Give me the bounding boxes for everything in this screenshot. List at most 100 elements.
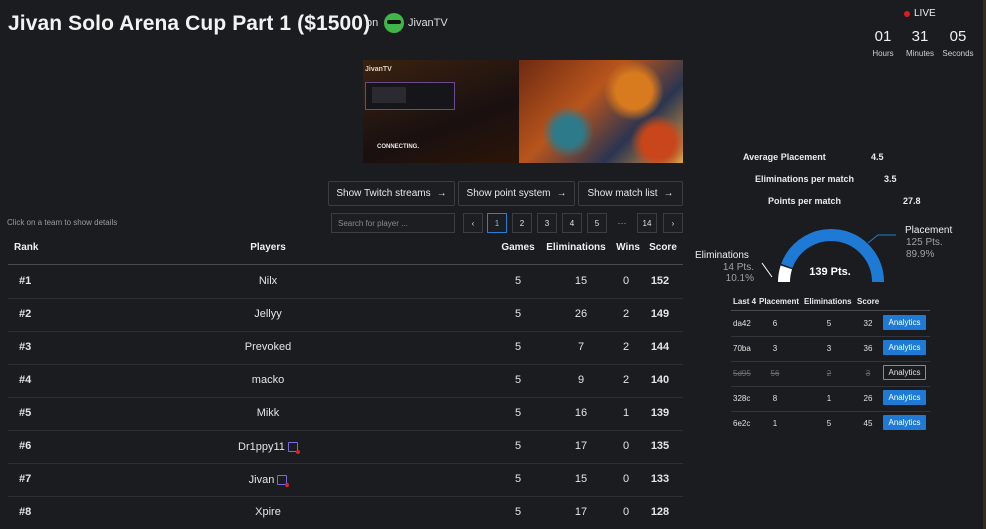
countdown-seconds-label: Seconds	[942, 49, 974, 58]
table-row[interactable]: #2 Jellyy 5 26 2 149	[8, 298, 683, 332]
row-eliminations: 15	[574, 473, 588, 485]
row-player: Dr1ppy11	[238, 441, 285, 453]
analytics-button[interactable]: Analytics	[883, 415, 926, 430]
stream-player[interactable]: JivanTV CONNECTING.	[363, 60, 683, 163]
show-point-system-label: Show point system	[466, 188, 551, 199]
row-rank: #1	[19, 275, 32, 287]
show-point-system-button[interactable]: Show point system →	[458, 181, 575, 206]
stream-overlay-box	[365, 82, 455, 110]
column-header-score: Score	[649, 242, 677, 253]
row-wins: 2	[622, 374, 630, 386]
row-eliminations: 17	[574, 506, 588, 518]
gauge-eliminations-arc	[778, 265, 793, 283]
last4-row: 5d95 56 2 3 Analytics	[731, 361, 930, 387]
row-player-cell: Jivan	[208, 473, 328, 487]
column-header-players: Players	[250, 242, 286, 253]
last4-row-score: 26	[863, 394, 873, 403]
pagination-ellipsis: ···	[617, 218, 627, 228]
table-row[interactable]: #7 Jivan 5 15 0 133	[8, 463, 683, 497]
pagination-page-3[interactable]: 3	[537, 213, 557, 233]
last4-row-id: da42	[733, 319, 751, 328]
analytics-button[interactable]: Analytics	[883, 390, 926, 405]
row-score: 139	[650, 407, 670, 419]
table-row[interactable]: #6 Dr1ppy11 5 17 0 135	[8, 430, 683, 464]
column-header-wins: Wins	[616, 242, 640, 253]
show-twitch-streams-label: Show Twitch streams	[336, 188, 431, 199]
table-row[interactable]: #3 Prevoked 5 7 2 144	[8, 331, 683, 365]
gauge-placement-pct: 89.9%	[906, 249, 935, 260]
pagination-page-4[interactable]: 4	[562, 213, 582, 233]
elims-per-match-value: 3.5	[884, 174, 897, 184]
row-games: 5	[514, 440, 522, 452]
countdown-hours-value: 01	[874, 28, 892, 45]
countdown-minutes-label: Minutes	[905, 49, 934, 58]
row-wins: 0	[622, 506, 630, 518]
channel-name: JivanTV	[408, 17, 448, 29]
stream-overlay-tag: JivanTV	[365, 66, 392, 73]
avg-placement-value: 4.5	[871, 152, 884, 162]
points-per-match-label: Points per match	[768, 196, 842, 206]
row-player: Jivan	[248, 474, 275, 486]
last4-row-score: 45	[863, 419, 873, 428]
column-header-games: Games	[501, 242, 535, 253]
last4-row-id: 5d95	[733, 369, 751, 378]
channel-logo-icon	[384, 13, 404, 33]
last4-row: 328c 8 1 26 Analytics	[731, 386, 930, 412]
last4-row-eliminations: 5	[826, 319, 832, 328]
row-games: 5	[514, 506, 522, 518]
last4-header-id: Last 4	[733, 297, 757, 306]
stream-connecting-label: CONNECTING.	[377, 144, 419, 150]
table-row[interactable]: #8 Xpire 5 17 0 128	[8, 496, 683, 529]
last4-row-placement: 3	[772, 344, 778, 353]
analytics-button[interactable]: Analytics	[883, 365, 926, 380]
stream-game-view	[519, 60, 683, 163]
pagination-prev-button[interactable]: ‹	[463, 213, 483, 233]
row-rank: #6	[19, 440, 32, 452]
channel-link[interactable]: JivanTV	[384, 12, 448, 34]
live-stream-badge-icon	[287, 442, 300, 454]
last4-row-score: 36	[863, 344, 873, 353]
last4-row: 70ba 3 3 36 Analytics	[731, 336, 930, 362]
last4-row-score: 3	[865, 369, 871, 378]
page-title: Jivan Solo Arena Cup Part 1 ($1500)	[8, 12, 371, 35]
pagination-page-5[interactable]: 5	[587, 213, 607, 233]
player-search-input[interactable]	[331, 213, 455, 233]
countdown-seconds-value: 05	[949, 28, 967, 45]
row-player: Jellyy	[254, 308, 282, 320]
countdown-hours: 01 Hours	[865, 28, 901, 58]
last4-row-eliminations: 2	[826, 369, 832, 378]
gauge-total: 139 Pts.	[809, 266, 851, 278]
row-games: 5	[514, 275, 522, 287]
last4-header-score: Score	[857, 297, 880, 306]
pagination-page-2[interactable]: 2	[512, 213, 532, 233]
arrow-right-icon: →	[436, 188, 447, 199]
row-player: Prevoked	[244, 341, 292, 353]
row-wins: 0	[622, 440, 630, 452]
analytics-button[interactable]: Analytics	[883, 340, 926, 355]
gauge-eliminations-pts: 14 Pts.	[722, 262, 754, 273]
row-score: 144	[650, 341, 670, 353]
pagination-page-1[interactable]: 1	[487, 213, 507, 233]
row-score: 140	[650, 374, 670, 386]
row-eliminations: 9	[577, 374, 585, 386]
table-row[interactable]: #1 Nilx 5 15 0 152	[8, 265, 683, 299]
show-match-list-label: Show match list	[587, 188, 658, 199]
table-hint: Click on a team to show details	[7, 218, 118, 227]
row-rank: #5	[19, 407, 32, 419]
row-eliminations: 7	[577, 341, 585, 353]
table-row[interactable]: #4 macko 5 9 2 140	[8, 364, 683, 398]
last4-header-placement: Placement	[759, 297, 800, 306]
show-twitch-streams-button[interactable]: Show Twitch streams →	[328, 181, 455, 206]
row-wins: 2	[622, 308, 630, 320]
pagination-page-last[interactable]: 14	[637, 213, 657, 233]
row-player: Mikk	[256, 407, 280, 419]
row-eliminations: 15	[574, 275, 588, 287]
last4-row-id: 6e2c	[733, 419, 751, 428]
row-wins: 0	[622, 275, 630, 287]
table-row[interactable]: #5 Mikk 5 16 1 139	[8, 397, 683, 431]
last4-row-eliminations: 3	[826, 344, 832, 353]
analytics-button[interactable]: Analytics	[883, 315, 926, 330]
show-match-list-button[interactable]: Show match list →	[578, 181, 683, 206]
row-eliminations: 17	[574, 440, 588, 452]
pagination-next-button[interactable]: ›	[663, 213, 683, 233]
